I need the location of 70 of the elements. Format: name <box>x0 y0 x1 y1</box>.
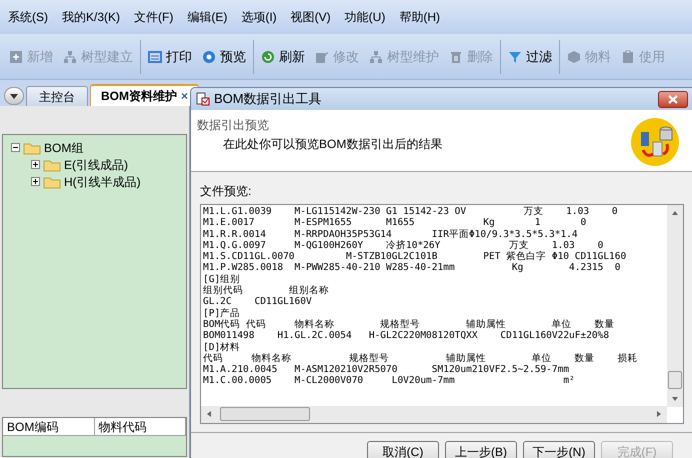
plus-icon <box>9 50 23 64</box>
cube-icon <box>567 50 581 64</box>
funnel-icon <box>508 50 522 64</box>
close-icon <box>668 94 678 104</box>
menu-item[interactable]: 帮助(H) <box>399 8 440 26</box>
column-header[interactable]: BOM编码 <box>3 418 94 435</box>
preview-line: M1.A.210.0045 M-ASM120210V2R5070 SM120um210VF2.5~2.59-7mm <box>203 364 570 376</box>
preview-line: M1.S.CD11GL.0070 M-STZB10GL2C101B PET 紫色白字 Φ10 CD11GL160 <box>203 251 628 262</box>
preview-line: M1.L.G1.0039 M-LG115142W-230 G1 15142-23 OV 万支 1.03 0 <box>203 206 619 218</box>
preview-line: GL.2C CD11GL160V <box>203 296 313 308</box>
preview-label: 文件预览: <box>200 184 252 198</box>
trash-icon <box>449 50 463 64</box>
menu-item[interactable]: 文件(F) <box>134 8 174 26</box>
window-title: BOM数据引出工具 <box>214 90 322 108</box>
scroll-right-icon[interactable] <box>657 411 661 417</box>
folder-icon <box>43 158 61 172</box>
menu-item[interactable]: 选项(I) <box>241 8 277 26</box>
preview-line: M1.P.W285.0018 M-PWW285-40-210 W285-40-21mm Kg 4.2315 0 <box>203 262 622 274</box>
preview-line: M1.E.0017 M-ESPM1655 M1655 Kg 1 0 <box>203 217 588 229</box>
preview-line: M1.R.R.0014 M-RRPDAOH35P53G14 IIR平面Φ10/9.3*3.5*5.3*1.4 <box>203 228 579 240</box>
tree-item[interactable]: E(引线成品) <box>64 156 128 174</box>
edit-icon <box>315 50 329 64</box>
preview-line: M1.C.00.0005 M-CL2000V070 L0V20um-7mm m² <box>203 375 576 387</box>
preview-line: [P]产品 <box>203 308 242 319</box>
step-heading: 数据引出预览 <box>197 117 270 134</box>
tree-item[interactable]: BOM组 <box>44 138 84 156</box>
tab[interactable]: 主控台 <box>26 86 88 106</box>
data-transfer-icon <box>631 118 679 166</box>
clipboard-icon <box>621 50 635 64</box>
menu-item[interactable]: 功能(U) <box>344 8 386 26</box>
menu-item[interactable]: 系统(S) <box>8 8 48 26</box>
expand-icon[interactable] <box>31 160 40 169</box>
preview-line: [D]材料 <box>203 342 242 353</box>
refresh-icon <box>261 50 275 64</box>
tool-icon <box>196 92 210 106</box>
preview-line: BOM代码 代码 物料名称 规格型号 辅助属性 单位 数量 <box>203 318 616 330</box>
scroll-thumb[interactable] <box>668 371 682 389</box>
caret-icon <box>10 94 18 98</box>
horizontal-scrollbar[interactable] <box>201 406 667 423</box>
toolbar-button[interactable]: 刷新 <box>256 42 310 72</box>
preview-line: 代码 物料名称 规格型号 辅助属性 单位 数量 损耗 <box>203 352 638 364</box>
close-button[interactable] <box>658 90 688 108</box>
close-button[interactable]: × <box>181 87 188 105</box>
preview-line: 组别代码 组别名称 <box>203 285 330 296</box>
step-description: 在此处你可以预览BOM数据引出后的结果 <box>222 136 442 153</box>
tree-item[interactable]: H(引线半成品) <box>64 172 141 190</box>
scroll-up-icon[interactable] <box>672 211 678 215</box>
folder-icon <box>23 140 41 154</box>
collapse-icon[interactable] <box>11 143 20 152</box>
scroll-thumb[interactable] <box>220 407 310 421</box>
printer-icon <box>148 50 162 64</box>
preview-line: BOM011498 H1.GL.2C.0054 H-GL2C220M08120TQXX CD11GL160V22uF±20%8 <box>203 330 610 342</box>
tab[interactable]: BOM资料维护 × <box>90 84 200 106</box>
preview-line: [G]组别 <box>203 274 242 286</box>
dropdown-button[interactable] <box>4 87 24 105</box>
preview-line: M1.Q.G.0097 M-QG100H260Y 冷挤10*26Y 万支 1.03 0 <box>203 240 604 251</box>
hierarchy-icon <box>63 50 77 64</box>
expand-icon[interactable] <box>31 177 40 186</box>
menu-item[interactable]: 编辑(E) <box>187 8 228 26</box>
column-header[interactable]: 物料代码 <box>94 418 186 435</box>
scroll-down-icon[interactable] <box>672 397 678 401</box>
scroll-left-icon[interactable] <box>207 411 211 417</box>
toolbar-button[interactable]: 过滤 <box>503 42 557 72</box>
hierarchy-icon <box>369 50 383 64</box>
vertical-scrollbar[interactable] <box>667 205 683 407</box>
folder-icon <box>43 174 61 188</box>
menu-item[interactable]: 我的K/3(K) <box>62 8 120 26</box>
menu-item[interactable]: 视图(V) <box>290 8 331 26</box>
toolbar-button[interactable]: 预览 <box>197 42 251 72</box>
toolbar-button[interactable]: 打印 <box>143 42 197 72</box>
